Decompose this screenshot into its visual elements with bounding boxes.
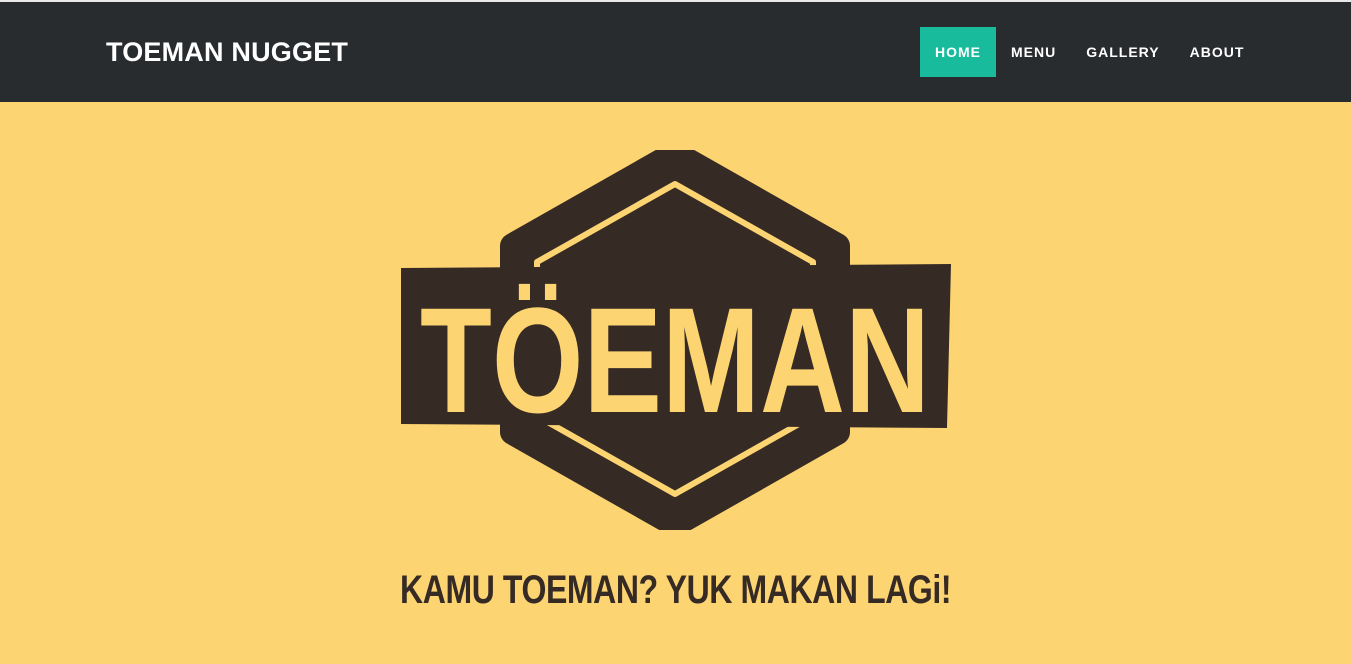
hero-tagline: KAMU TOEMAN? YUK MAKAN LAGi! <box>400 568 952 612</box>
nav-about[interactable]: ABOUT <box>1175 27 1260 77</box>
nav-home[interactable]: HOME <box>920 27 996 77</box>
nav-menu[interactable]: MENU <box>996 27 1071 77</box>
hero-section: TÖEMAN KAMU TOEMAN? YUK MAKAN LAGi! <box>0 102 1351 664</box>
logo-wordmark-outline: TÖEMAN <box>420 276 930 444</box>
brand-title[interactable]: TOEMAN NUGGET <box>106 36 348 68</box>
navbar: TOEMAN NUGGET HOME MENU GALLERY ABOUT <box>0 0 1351 102</box>
main-nav: HOME MENU GALLERY ABOUT <box>920 27 1259 77</box>
toeman-logo: TÖEMAN <box>401 150 951 530</box>
nav-gallery[interactable]: GALLERY <box>1071 27 1174 77</box>
